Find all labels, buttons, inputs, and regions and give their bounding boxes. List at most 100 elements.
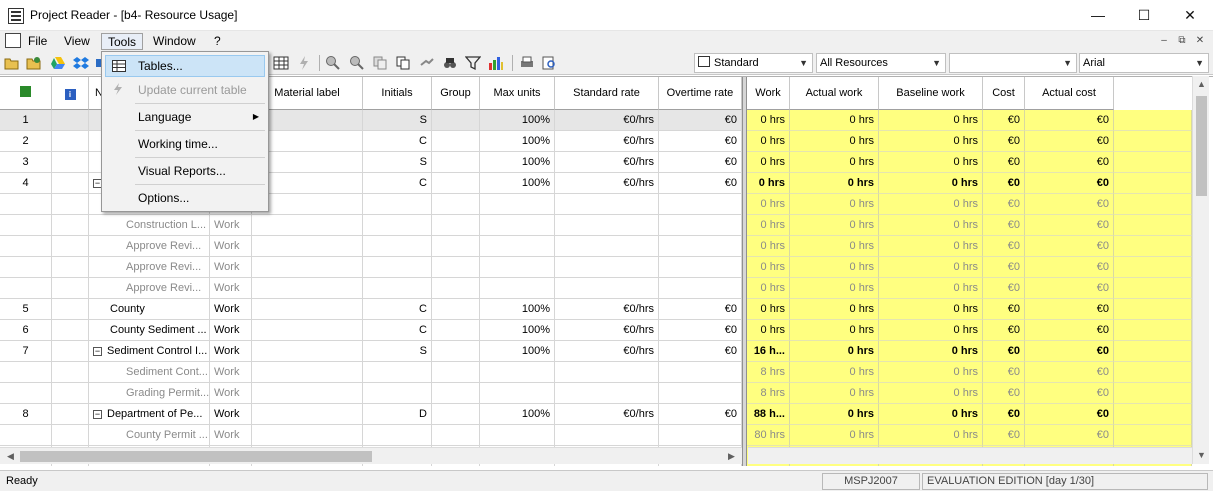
header-cost[interactable]: Cost: [983, 77, 1025, 110]
cell-baseline-work[interactable]: 0 hrs: [879, 341, 983, 362]
cell-max-units[interactable]: [480, 215, 555, 236]
cell-overtime-rate[interactable]: [659, 278, 742, 299]
menu-view[interactable]: View: [58, 33, 96, 50]
document-icon[interactable]: [5, 33, 21, 48]
cell-group[interactable]: [432, 320, 480, 341]
cell-id[interactable]: 8: [0, 404, 52, 425]
cell-name[interactable]: − Sediment Control I...: [89, 341, 210, 362]
cell-baseline-work[interactable]: 0 hrs: [879, 257, 983, 278]
cell-group[interactable]: [432, 236, 480, 257]
cell-overtime-rate[interactable]: [659, 383, 742, 404]
cell-name[interactable]: Sediment Cont...: [89, 362, 210, 383]
cell-overtime-rate[interactable]: €0: [659, 131, 742, 152]
cell-initials[interactable]: [363, 362, 432, 383]
cell-standard-rate[interactable]: [555, 278, 659, 299]
menu-item-working-time[interactable]: Working time...: [105, 133, 265, 155]
menu-item-tables[interactable]: Tables...: [105, 55, 265, 77]
cell-work[interactable]: 0 hrs: [747, 320, 790, 341]
cell-cost[interactable]: €0: [983, 257, 1025, 278]
cell-baseline-work[interactable]: 0 hrs: [879, 425, 983, 446]
cell-overtime-rate[interactable]: €0: [659, 299, 742, 320]
cell-initials[interactable]: C: [363, 320, 432, 341]
cell-baseline-work[interactable]: 0 hrs: [879, 215, 983, 236]
minimize-button[interactable]: —: [1075, 0, 1121, 31]
cell-standard-rate[interactable]: [555, 236, 659, 257]
filter-combo[interactable]: All Resources ▼: [816, 53, 946, 73]
cell-actual-work[interactable]: 0 hrs: [790, 257, 879, 278]
cell-indicator[interactable]: [52, 425, 89, 446]
cell-standard-rate[interactable]: €0/hrs: [555, 404, 659, 425]
cell-name[interactable]: Approve Revi...: [89, 236, 210, 257]
header-standard-rate[interactable]: Standard rate: [555, 77, 659, 110]
cell-max-units[interactable]: 100%: [480, 110, 555, 131]
cell-actual-cost[interactable]: €0: [1025, 362, 1114, 383]
cell-group[interactable]: [432, 110, 480, 131]
cell-initials[interactable]: [363, 236, 432, 257]
cell-actual-work[interactable]: 0 hrs: [790, 152, 879, 173]
cell-name[interactable]: County Permit ...: [89, 425, 210, 446]
cell-work[interactable]: 8 hrs: [747, 362, 790, 383]
link-icon[interactable]: [419, 55, 435, 71]
cell-indicator[interactable]: [52, 362, 89, 383]
cell-standard-rate[interactable]: €0/hrs: [555, 110, 659, 131]
mdi-close-icon[interactable]: ✕: [1192, 34, 1208, 48]
cell-filler[interactable]: [1114, 341, 1192, 362]
cell-cost[interactable]: €0: [983, 341, 1025, 362]
mdi-restore-icon[interactable]: ⧉: [1174, 34, 1190, 48]
cell-max-units[interactable]: 100%: [480, 404, 555, 425]
cell-id[interactable]: [0, 383, 52, 404]
cell-indicator[interactable]: [52, 404, 89, 425]
copy-icon[interactable]: [372, 55, 388, 71]
cell-id[interactable]: [0, 425, 52, 446]
header-info[interactable]: i: [52, 77, 89, 110]
cell-name[interactable]: County: [89, 299, 210, 320]
cell-filler[interactable]: [1114, 236, 1192, 257]
cell-cost[interactable]: €0: [983, 299, 1025, 320]
cell-work[interactable]: 0 hrs: [747, 173, 790, 194]
cell-type[interactable]: Work: [210, 362, 252, 383]
cell-overtime-rate[interactable]: €0: [659, 341, 742, 362]
cell-standard-rate[interactable]: €0/hrs: [555, 299, 659, 320]
cell-filler[interactable]: [1114, 110, 1192, 131]
cell-filler[interactable]: [1114, 194, 1192, 215]
cell-work[interactable]: 0 hrs: [747, 131, 790, 152]
cell-actual-work[interactable]: 0 hrs: [790, 341, 879, 362]
cell-actual-cost[interactable]: €0: [1025, 383, 1114, 404]
cell-type[interactable]: Work: [210, 278, 252, 299]
cell-type[interactable]: Work: [210, 425, 252, 446]
cell-group[interactable]: [432, 425, 480, 446]
cell-max-units[interactable]: [480, 257, 555, 278]
menu-help[interactable]: ?: [208, 33, 227, 50]
cell-baseline-work[interactable]: 0 hrs: [879, 320, 983, 341]
cell-type[interactable]: Work: [210, 404, 252, 425]
cell-standard-rate[interactable]: €0/hrs: [555, 131, 659, 152]
cell-overtime-rate[interactable]: [659, 194, 742, 215]
cell-baseline-work[interactable]: 0 hrs: [879, 383, 983, 404]
cell-group[interactable]: [432, 257, 480, 278]
menu-tools[interactable]: Tools: [101, 33, 144, 50]
collapse-icon[interactable]: −: [93, 347, 102, 356]
cell-indicator[interactable]: [52, 278, 89, 299]
open-recent-icon[interactable]: [26, 55, 42, 71]
cell-standard-rate[interactable]: [555, 362, 659, 383]
filter-icon[interactable]: [465, 55, 481, 71]
cell-actual-work[interactable]: 0 hrs: [790, 299, 879, 320]
collapse-icon[interactable]: −: [93, 410, 102, 419]
blank-combo[interactable]: ▼: [949, 53, 1077, 73]
cell-actual-cost[interactable]: €0: [1025, 194, 1114, 215]
cell-actual-work[interactable]: 0 hrs: [790, 362, 879, 383]
zoom-out-icon[interactable]: [349, 55, 365, 71]
cell-indicator[interactable]: [52, 299, 89, 320]
cell-initials[interactable]: [363, 257, 432, 278]
lightning-icon[interactable]: [296, 55, 312, 71]
zoom-in-icon[interactable]: [325, 55, 341, 71]
header-baseline-work[interactable]: Baseline work: [879, 77, 983, 110]
cell-actual-work[interactable]: 0 hrs: [790, 110, 879, 131]
chart-icon[interactable]: [488, 55, 504, 71]
cell-actual-cost[interactable]: €0: [1025, 173, 1114, 194]
scroll-up-icon[interactable]: ▲: [1193, 76, 1210, 93]
cell-cost[interactable]: €0: [983, 152, 1025, 173]
cell-overtime-rate[interactable]: [659, 257, 742, 278]
header-actual-cost[interactable]: Actual cost: [1025, 77, 1114, 110]
cell-actual-cost[interactable]: €0: [1025, 236, 1114, 257]
